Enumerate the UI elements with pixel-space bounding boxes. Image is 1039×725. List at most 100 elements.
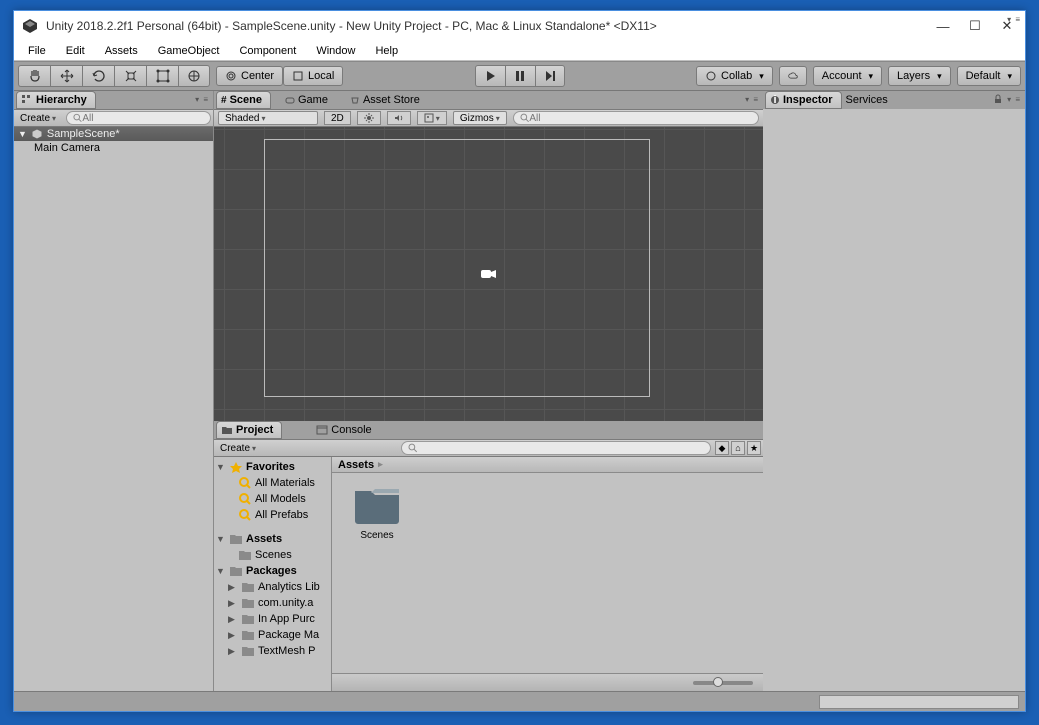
unity-scene-icon (31, 128, 43, 140)
menu-help[interactable]: Help (365, 43, 408, 59)
inspector-options[interactable] (1007, 93, 1021, 105)
image-icon (424, 113, 434, 123)
folder-icon (241, 581, 255, 593)
project-create[interactable]: Create (216, 441, 260, 455)
hierarchy-search[interactable] (66, 111, 211, 125)
assets-scenes[interactable]: Scenes (214, 547, 331, 563)
play-controls (475, 65, 565, 87)
hierarchy-item-camera[interactable]: Main Camera (14, 141, 213, 155)
project-search-input[interactable] (418, 443, 704, 454)
fav-all-models[interactable]: All Models (214, 491, 331, 507)
folder-scenes[interactable]: Scenes (342, 483, 412, 541)
hierarchy-tab[interactable]: Hierarchy (16, 91, 96, 109)
search-icon (238, 477, 252, 489)
folder-icon (241, 597, 255, 609)
menu-assets[interactable]: Assets (95, 43, 148, 59)
play-button[interactable] (475, 65, 505, 87)
inspector-tab[interactable]: iInspector (765, 91, 842, 109)
step-button[interactable] (535, 65, 565, 87)
status-field (819, 695, 1019, 709)
search-icon (73, 113, 82, 123)
scale-tool[interactable] (114, 65, 146, 87)
window-title: Unity 2018.2.2f1 Personal (64bit) - Samp… (46, 19, 937, 33)
pkg-textmesh[interactable]: ▶TextMesh P (214, 643, 331, 659)
save-search[interactable]: ★ (747, 441, 761, 455)
menu-window[interactable]: Window (306, 43, 365, 59)
audio-toggle[interactable] (387, 111, 411, 125)
assetstore-tab[interactable]: Asset Store (346, 91, 428, 109)
pkg-analytics[interactable]: ▶Analytics Lib (214, 579, 331, 595)
hierarchy-search-input[interactable] (82, 113, 204, 124)
lighting-toggle[interactable] (357, 111, 381, 125)
scene-row[interactable]: ▼SampleScene* (14, 127, 213, 141)
main-toolbar: Center Local Collab Account Layers Defau… (14, 61, 1025, 91)
rect-tool[interactable] (146, 65, 178, 87)
filter-by-label[interactable]: ⌂ (731, 441, 745, 455)
menu-component[interactable]: Component (229, 43, 306, 59)
scene-search-input[interactable] (529, 113, 752, 124)
fx-toggle[interactable] (417, 111, 447, 125)
gizmos-toggle[interactable]: Gizmos (453, 111, 507, 125)
pkg-comunity[interactable]: ▶com.unity.a (214, 595, 331, 611)
folder-icon (241, 645, 255, 657)
pivot-rotation[interactable]: Local (283, 66, 343, 86)
fav-all-materials[interactable]: All Materials (214, 475, 331, 491)
menu-gameobject[interactable]: GameObject (148, 43, 230, 59)
console-icon (316, 425, 328, 435)
pkg-packagemgr[interactable]: ▶Package Ma (214, 627, 331, 643)
draw-mode[interactable]: Shaded (218, 111, 318, 125)
game-icon (285, 95, 295, 105)
scene-options[interactable] (745, 93, 759, 105)
favorites-header[interactable]: ▼Favorites (214, 459, 331, 475)
hierarchy-options[interactable] (195, 93, 209, 105)
pivot-group: Center Local (216, 66, 343, 86)
services-tab[interactable]: Services (842, 91, 896, 109)
search-icon (238, 493, 252, 505)
move-tool[interactable] (50, 65, 82, 87)
menu-file[interactable]: File (18, 43, 56, 59)
console-tab[interactable]: Console (312, 421, 379, 439)
folder-icon (229, 565, 243, 577)
search-icon (238, 509, 252, 521)
packages-header[interactable]: ▼Packages (214, 563, 331, 579)
pause-button[interactable] (505, 65, 535, 87)
account-dropdown[interactable]: Account (813, 66, 882, 86)
maximize-button[interactable]: ☐ (969, 20, 981, 32)
scene-search[interactable] (513, 111, 759, 125)
hierarchy-create[interactable]: Create (16, 111, 60, 125)
store-icon (350, 95, 360, 105)
layout-dropdown[interactable]: Default (957, 66, 1021, 86)
menu-edit[interactable]: Edit (56, 43, 95, 59)
light-icon (364, 113, 374, 123)
rotate-tool[interactable] (82, 65, 114, 87)
scene-tab[interactable]: #Scene (216, 91, 271, 109)
unity-logo-icon (22, 18, 38, 34)
minimize-button[interactable]: — (937, 20, 949, 32)
fav-all-prefabs[interactable]: All Prefabs (214, 507, 331, 523)
asset-grid[interactable]: Scenes (332, 473, 763, 673)
breadcrumb[interactable]: Assets▸ (332, 457, 763, 473)
transform-tool[interactable] (178, 65, 210, 87)
transform-tools (18, 65, 210, 87)
search-icon (520, 113, 530, 123)
pkg-iap[interactable]: ▶In App Purc (214, 611, 331, 627)
project-tab[interactable]: Project (216, 421, 282, 439)
collab-dropdown[interactable]: Collab (696, 66, 773, 86)
pivot-mode[interactable]: Center (216, 66, 283, 86)
camera-icon[interactable] (479, 266, 499, 282)
hand-tool[interactable] (18, 65, 50, 87)
lock-icon[interactable] (993, 94, 1003, 104)
layers-dropdown[interactable]: Layers (888, 66, 951, 86)
folder-icon (229, 533, 243, 545)
icon-size-slider[interactable] (693, 681, 753, 685)
svg-text:i: i (773, 95, 776, 105)
audio-icon (394, 113, 404, 123)
scene-view[interactable] (214, 127, 763, 421)
game-tab[interactable]: Game (281, 91, 336, 109)
inspector-body (763, 109, 1025, 691)
cloud-button[interactable] (779, 66, 807, 86)
mode-2d[interactable]: 2D (324, 111, 351, 125)
project-search[interactable] (401, 441, 711, 455)
filter-by-type[interactable]: ◆ (715, 441, 729, 455)
assets-header[interactable]: ▼Assets (214, 531, 331, 547)
